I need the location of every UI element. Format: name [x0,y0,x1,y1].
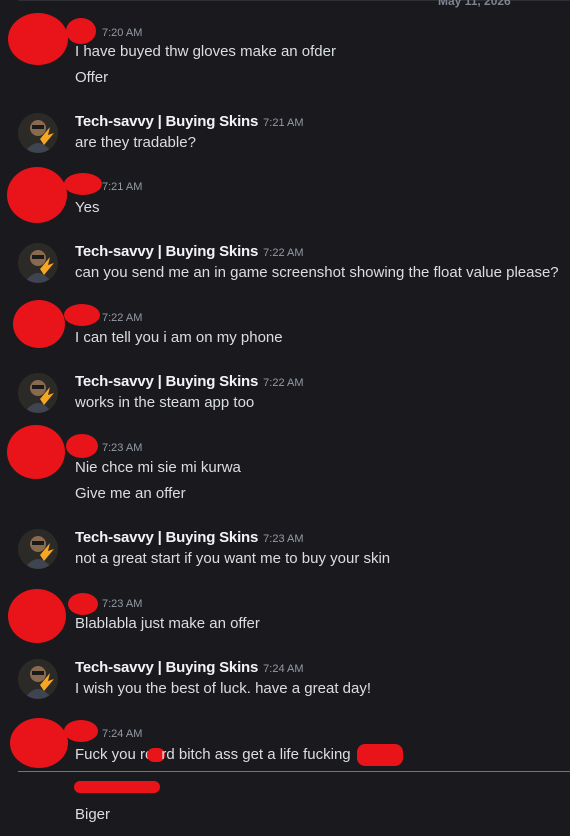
message-timestamp: 7:23 AM [102,442,143,454]
redacted-avatar [8,589,66,643]
redacted-avatar [13,300,65,348]
message-text: I can tell you i am on my phone [75,329,283,346]
username[interactable]: Tech-savvy | Buying Skins [75,659,258,676]
redacted-username [66,18,96,44]
username[interactable]: Tech-savvy | Buying Skins [75,529,258,546]
message-text: Nie chce mi sie mi kurwa [75,459,241,476]
message-group: Biger [0,774,570,834]
redacted-text [74,781,160,793]
message-timestamp: 7:23 AM [102,598,143,610]
user-avatar[interactable] [18,373,58,413]
character-avatar-icon [18,373,58,413]
message-header: Tech-savvy | Buying Skins 7:24 AM [75,658,304,678]
message-text: I have buyed thw gloves make an ofder [75,43,336,60]
redacted-avatar [10,718,68,768]
message-text: Offer [75,69,109,86]
character-avatar-icon [18,659,58,699]
message-text: I wish you the best of luck. have a grea… [75,680,372,697]
message-header: Tech-savvy | Buying Skins 7:21 AM [75,112,304,132]
redacted-username [66,434,98,458]
message-group: 7:20 AM I have buyed thw gloves make an … [0,0,570,100]
message-group: Tech-savvy | Buying Skins 7:22 AM works i… [0,370,570,420]
message-text: are they tradable? [75,134,196,151]
user-avatar[interactable] [18,113,58,153]
message-group: Tech-savvy | Buying Skins 7:24 AM I wish … [0,656,570,706]
character-avatar-icon [18,113,58,153]
message-timestamp: 7:21 AM [102,181,143,193]
message-timestamp: 7:20 AM [102,27,143,39]
message-text: works in the steam app too [75,394,255,411]
message-text: Fuck you re rd bitch ass get a life fucki… [75,744,403,766]
message-text: Give me an offer [75,485,186,502]
username[interactable]: Tech-savvy | Buying Skins [75,373,258,390]
message-header: Tech-savvy | Buying Skins 7:22 AM [75,242,304,262]
message-timestamp: 7:24 AM [263,663,304,675]
message-group: 7:23 AM Nie chce mi sie mi kurwa Give me… [0,423,570,508]
message-header: Tech-savvy | Buying Skins 7:23 AM [75,528,304,548]
message-text: can you send me an in game screenshot sh… [75,264,559,281]
message-timestamp: 7:22 AM [263,247,304,259]
character-avatar-icon [18,243,58,283]
redacted-username [64,173,102,195]
redacted-username [68,593,98,615]
message-timestamp: 7:24 AM [102,728,143,740]
message-timestamp: 7:22 AM [263,377,304,389]
redacted-word [356,744,403,766]
message-group: 7:24 AM Fuck you re rd bitch ass get a li… [0,716,570,771]
message-timestamp: 7:21 AM [263,117,304,129]
message-timestamp: 7:22 AM [102,312,143,324]
message-group: 7:23 AM Blablabla just make an offer [0,587,570,647]
user-avatar[interactable] [18,659,58,699]
message-text-part: Fuck you re [75,745,154,763]
message-text-part: rd bitch ass get a life fucking [161,745,351,763]
message-text: Biger [75,806,111,823]
redacted-username [64,304,100,326]
message-group: 7:21 AM Yes [0,165,570,225]
username[interactable]: Tech-savvy | Buying Skins [75,113,258,130]
redacted-avatar [8,13,68,65]
redacted-username [64,720,98,742]
user-avatar[interactable] [18,529,58,569]
message-text: Yes [75,199,100,216]
user-avatar[interactable] [18,243,58,283]
username[interactable]: Tech-savvy | Buying Skins [75,243,258,260]
message-text: not a great start if you want me to buy … [75,550,391,567]
message-group: Tech-savvy | Buying Skins 7:23 AM not a g… [0,526,570,576]
message-header: Tech-savvy | Buying Skins 7:22 AM [75,372,304,392]
character-avatar-icon [18,529,58,569]
message-text: Blablabla just make an offer [75,615,260,632]
message-timestamp: 7:23 AM [263,533,304,545]
message-group: Tech-savvy | Buying Skins 7:21 AM are the… [0,110,570,160]
new-messages-divider [18,771,570,772]
message-group: 7:22 AM I can tell you i am on my phone [0,296,570,356]
message-group: Tech-savvy | Buying Skins 7:22 AM can you… [0,240,570,290]
redacted-avatar [7,167,67,223]
redacted-avatar [7,425,65,479]
